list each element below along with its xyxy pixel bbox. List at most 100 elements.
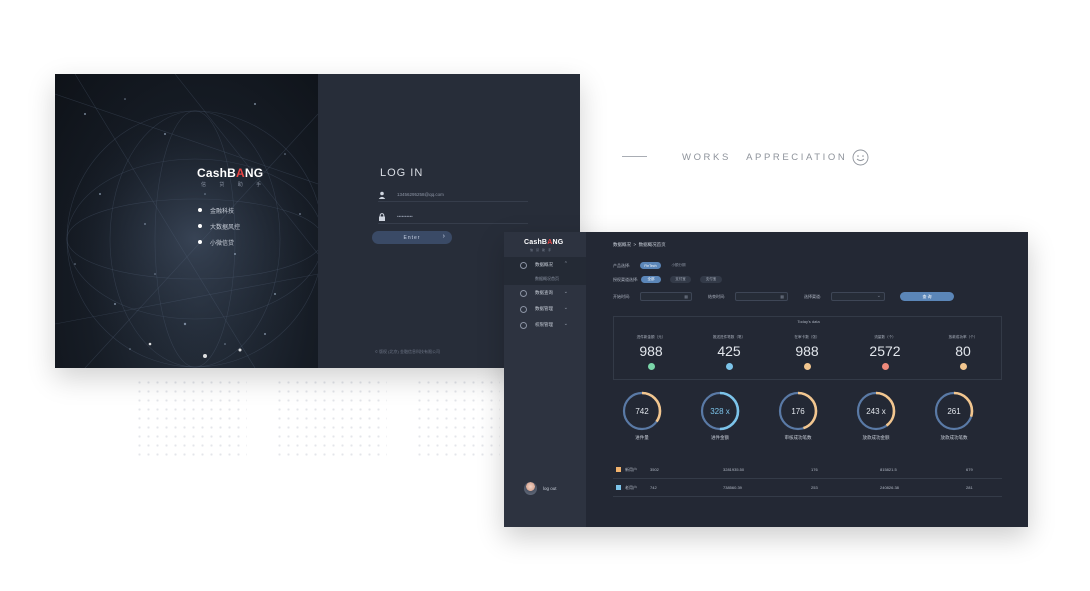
- ring-value: 742: [635, 407, 649, 416]
- sidebar: CashBANG 信贷助手 数据概况 ⌃ 数据概况首页 数据查询 ⌄ 数据管理: [504, 232, 586, 527]
- table-row: 新用户 3502 3281935.50 176 815821.5 679: [613, 461, 1002, 479]
- chevron-down-icon: ⌄: [563, 305, 568, 311]
- smile-icon: [852, 149, 869, 166]
- product-option-fintech[interactable]: FinTech: [640, 262, 661, 269]
- bullet-icon: [198, 224, 202, 228]
- cashbang-logo: CashBANG: [197, 166, 264, 180]
- start-date-input[interactable]: ▦: [640, 292, 692, 301]
- logo-subtitle: 信 贷 助 手: [201, 182, 268, 188]
- login-screen-mockup: CashBANG 信 贷 助 手 金融科技 大数据风控 小微信贷 LOG IN …: [55, 74, 580, 368]
- stat-card: 推送进件笔数（笔） 425: [699, 335, 759, 370]
- login-title: LOG IN: [380, 167, 424, 179]
- sidebar-logo: CashBANG: [524, 239, 564, 246]
- dashboard-mockup: CashBANG 信贷助手 数据概况 ⌃ 数据概况首页 数据查询 ⌄ 数据管理: [504, 232, 1028, 527]
- channel-select-label: 选择渠道:: [804, 294, 822, 299]
- channel-option-all[interactable]: 全部: [641, 276, 661, 283]
- calendar-icon: ▦: [780, 294, 784, 299]
- sidebar-item-data-query[interactable]: 数据查询 ⌄: [504, 285, 586, 301]
- status-dot: [803, 363, 811, 370]
- bullet-icon: [198, 208, 202, 212]
- ring-label: 审核成功笔数: [784, 435, 812, 440]
- ring-gauge: 176 审核成功笔数: [773, 390, 823, 441]
- sidebar-nav: 数据概况 ⌃ 数据概况首页 数据查询 ⌄ 数据管理 ⌄ 权限管理 ⌄: [504, 257, 586, 333]
- ring-chart: 176: [778, 391, 818, 431]
- globe-hero-panel: CashBANG 信 贷 助 手 金融科技 大数据风控 小微信贷: [55, 74, 318, 368]
- gear-icon: [520, 305, 527, 313]
- calendar-icon: ▦: [684, 294, 688, 299]
- stat-card: 在审卡数（张） 988: [777, 335, 837, 370]
- ring-gauge: 328 x 进件金额: [695, 390, 745, 441]
- status-dot: [647, 363, 655, 370]
- chevron-right-icon: ›: [442, 233, 446, 240]
- lock-icon: [379, 212, 385, 221]
- user-icon: [378, 191, 386, 199]
- chevron-down-icon: ⌄: [563, 321, 568, 327]
- main-content: 数据概况 > 数据概况首页 产品选择: FinTech 小额分期 授权渠道选择:…: [586, 232, 1028, 527]
- chevron-down-icon: ⌄: [563, 289, 568, 295]
- logout-link[interactable]: log out: [543, 486, 557, 491]
- globe-network-graphic: [55, 74, 318, 368]
- start-date-label: 开始时间:: [613, 294, 631, 299]
- product-option-installment[interactable]: 小额分期: [667, 262, 690, 269]
- stat-card: 流量数（个） 2572: [855, 335, 915, 370]
- shield-icon: [520, 321, 527, 329]
- channel-filter-label: 授权渠道选择:: [613, 277, 639, 282]
- ring-gauge: 742 进件量: [617, 390, 667, 441]
- summary-table: 新用户 3502 3281935.50 176 815821.5 679 老用户…: [613, 461, 1002, 497]
- status-dot: [881, 363, 889, 370]
- query-button[interactable]: 查 询: [900, 292, 954, 301]
- sidebar-logo-subtitle: 信贷助手: [530, 248, 555, 252]
- ring-chart: 243 x: [856, 391, 896, 431]
- end-date-input[interactable]: ▦: [735, 292, 788, 301]
- breadcrumb: 数据概况 > 数据概况首页: [613, 242, 666, 247]
- status-dot: [725, 363, 733, 370]
- ring-value: 243 x: [866, 407, 886, 416]
- ring-chart: 261: [934, 391, 974, 431]
- todays-data-panel: Today's data 进件新金额（元） 988 推送进件笔数（笔） 425 …: [613, 316, 1002, 380]
- ring-value: 261: [947, 407, 961, 416]
- ring-gauge: 243 x 放款成功金额: [851, 390, 901, 441]
- channel-option-alipay-2[interactable]: 支付宝: [700, 276, 722, 283]
- legend-swatch: [616, 485, 621, 490]
- feature-item: 金融科技: [198, 202, 240, 218]
- todays-data-title: Today's data: [797, 319, 820, 324]
- avatar: [524, 482, 537, 495]
- product-filter-label: 产品选择:: [613, 263, 631, 268]
- search-icon: [520, 289, 527, 297]
- table-row: 老用户 742 738560.39 253 240826.38 281: [613, 479, 1002, 497]
- ring-label: 放款成功笔数: [940, 435, 968, 440]
- ring-chart: 742: [622, 391, 662, 431]
- divider-line: [622, 156, 647, 157]
- sidebar-subitem-overview-home[interactable]: 数据概况首页: [504, 273, 586, 285]
- ring-label: 进件金额: [711, 435, 729, 440]
- ring-chart: 328 x: [700, 391, 740, 431]
- ring-value: 328 x: [710, 407, 730, 416]
- legend-swatch: [616, 467, 621, 472]
- chevron-down-icon: ⌄: [876, 293, 881, 299]
- works-appreciation-heading: WORKS APPRECIATION: [682, 152, 848, 163]
- sidebar-item-permission-management[interactable]: 权限管理 ⌄: [504, 317, 586, 333]
- sidebar-item-data-management[interactable]: 数据管理 ⌄: [504, 301, 586, 317]
- dot-pattern-1: [135, 378, 247, 456]
- sidebar-item-data-overview[interactable]: 数据概况 ⌃: [504, 257, 586, 273]
- stat-card: 放款成功率（个） 80: [933, 335, 993, 370]
- ring-label: 进件量: [635, 435, 649, 440]
- status-dot: [959, 363, 967, 370]
- dot-pattern-2: [275, 378, 387, 456]
- password-field[interactable]: ••••••••••: [378, 210, 528, 224]
- channel-option-alipay[interactable]: 支付宝: [670, 276, 691, 283]
- dot-pattern-3: [415, 378, 500, 456]
- end-date-label: 结束时间:: [708, 294, 726, 299]
- username-field[interactable]: 13456295258@qq.com: [378, 188, 528, 202]
- bullet-icon: [198, 240, 202, 244]
- stat-card: 进件新金额（元） 988: [621, 335, 681, 370]
- feature-item: 大数据风控: [198, 218, 240, 234]
- ring-value: 176: [791, 407, 805, 416]
- feature-list: 金融科技 大数据风控 小微信贷: [198, 202, 240, 250]
- channel-select[interactable]: ⌄: [831, 292, 885, 301]
- user-box[interactable]: log out: [524, 482, 557, 495]
- chevron-up-icon: ⌃: [563, 261, 568, 267]
- ring-gauge: 261 放款成功笔数: [929, 390, 979, 441]
- enter-button[interactable]: Enter ›: [372, 231, 452, 244]
- chart-icon: [520, 261, 527, 269]
